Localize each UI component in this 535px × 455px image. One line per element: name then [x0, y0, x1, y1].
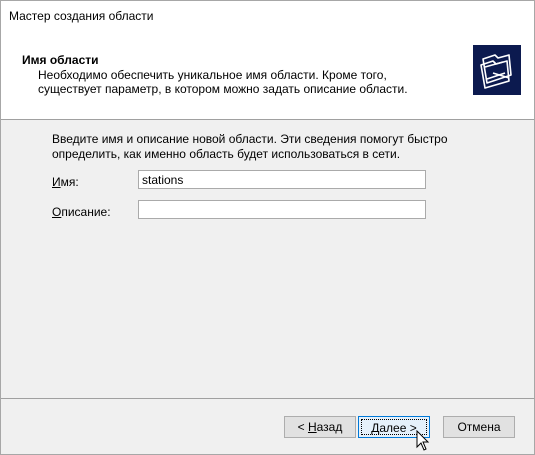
name-label-accel: И: [52, 175, 61, 189]
wizard-header: Имя области Необходимо обеспечить уникал…: [1, 32, 534, 120]
wizard-window: Мастер создания области Имя области Необ…: [0, 0, 535, 455]
next-button-label: алее >: [379, 421, 417, 435]
cancel-button[interactable]: Отмена: [443, 416, 515, 438]
description-input[interactable]: [138, 200, 426, 219]
name-label: Имя:: [52, 175, 79, 189]
name-input[interactable]: [138, 170, 426, 189]
back-button-prefix: <: [297, 420, 308, 434]
description-label-accel: О: [52, 205, 62, 219]
window-title: Мастер создания области: [9, 9, 154, 23]
page-description: Необходимо обеспечить уникальное имя обл…: [38, 68, 408, 96]
folders-icon: [473, 45, 521, 95]
page-title: Имя области: [22, 53, 99, 67]
back-button[interactable]: < Назад: [284, 416, 356, 438]
back-button-accel: Н: [307, 420, 317, 434]
back-button-label: азад: [316, 420, 343, 434]
footer-divider: [1, 398, 534, 399]
description-label: Описание:: [52, 205, 111, 219]
description-label-text: писание:: [61, 205, 111, 219]
title-bar[interactable]: Мастер создания области: [1, 1, 534, 32]
name-label-text: мя:: [60, 175, 79, 189]
instructions-text: Введите имя и описание новой области. Эт…: [52, 132, 448, 161]
mouse-pointer-icon: [416, 430, 430, 451]
